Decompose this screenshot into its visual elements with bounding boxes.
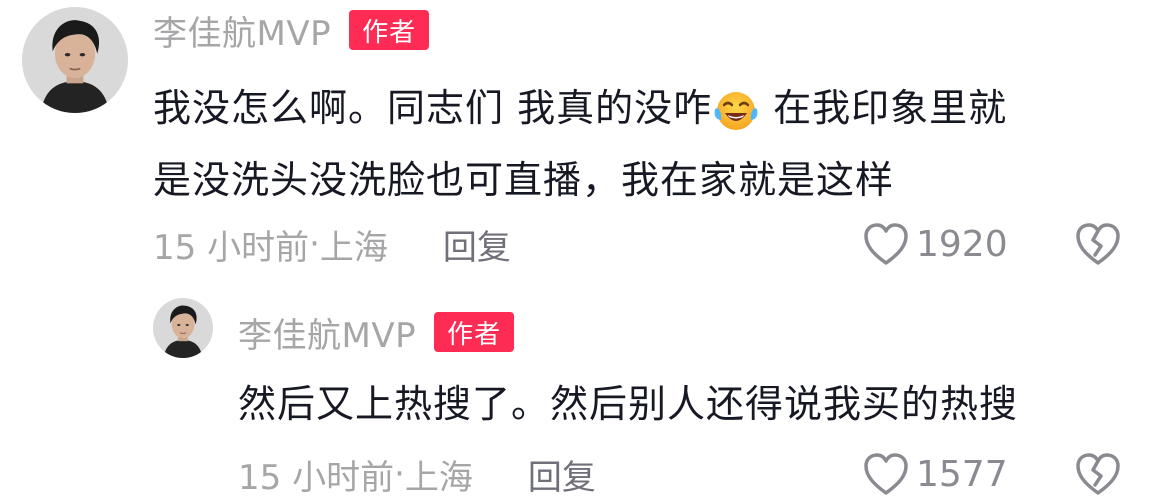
comment-text-line: 是没洗头没洗脸也可直播，我在家就是这样 (153, 158, 895, 202)
comment-text: 然后又上热搜了。然后别人还得说我买的热搜 (238, 372, 1018, 436)
comment-header: 李佳航MVP 作者 (238, 308, 515, 357)
heart-outline-icon (864, 453, 908, 495)
username[interactable]: 李佳航MVP (238, 308, 416, 357)
avatar[interactable] (22, 7, 128, 113)
heart-outline-icon (864, 223, 908, 265)
author-badge: 作者 (434, 312, 515, 352)
like-count: 1577 (916, 453, 1008, 495)
broken-heart-icon (1076, 453, 1120, 495)
comment-text-line: 我没怎么啊。同志们 我真的没咋 在我印象里就 (153, 72, 1007, 144)
author-badge: 作者 (349, 10, 430, 50)
comment-location: 上海 (404, 457, 473, 498)
dislike-button[interactable] (1074, 220, 1122, 268)
meta-separator: · (394, 454, 405, 494)
reply-button[interactable]: 回复 (528, 450, 596, 499)
comment-meta: 15 小时前 · 上海 回复 (153, 220, 511, 269)
comment-text-segment: 我没怎么啊。同志们 我真的没咋 (153, 86, 713, 130)
avatar-portrait-icon (153, 298, 213, 358)
laughing-crying-emoji-icon (714, 91, 758, 130)
like-button[interactable]: 1920 (862, 220, 1008, 268)
avatar-portrait-icon (22, 7, 128, 113)
reply-button[interactable]: 回复 (443, 220, 511, 269)
comment-location: 上海 (319, 227, 388, 268)
comment-meta: 15 小时前 · 上海 回复 (238, 450, 596, 499)
comment-text: 我没怎么啊。同志们 我真的没咋 在我印象里就 是没洗头没洗脸也可直播，我在家就是… (153, 72, 1007, 216)
username[interactable]: 李佳航MVP (153, 6, 331, 55)
comment-header: 李佳航MVP 作者 (153, 6, 430, 55)
meta-separator: · (309, 224, 320, 264)
like-button[interactable]: 1577 (862, 450, 1008, 498)
comment-time: 15 小时前 (153, 227, 310, 268)
comment-text-segment: 在我印象里就 (760, 86, 1008, 130)
like-count: 1920 (916, 223, 1008, 265)
comment-text-line: 然后又上热搜了。然后别人还得说我买的热搜 (238, 382, 1019, 426)
comment-time: 15 小时前 (238, 457, 395, 498)
dislike-button[interactable] (1074, 450, 1122, 498)
avatar[interactable] (153, 298, 213, 358)
broken-heart-icon (1076, 223, 1120, 265)
